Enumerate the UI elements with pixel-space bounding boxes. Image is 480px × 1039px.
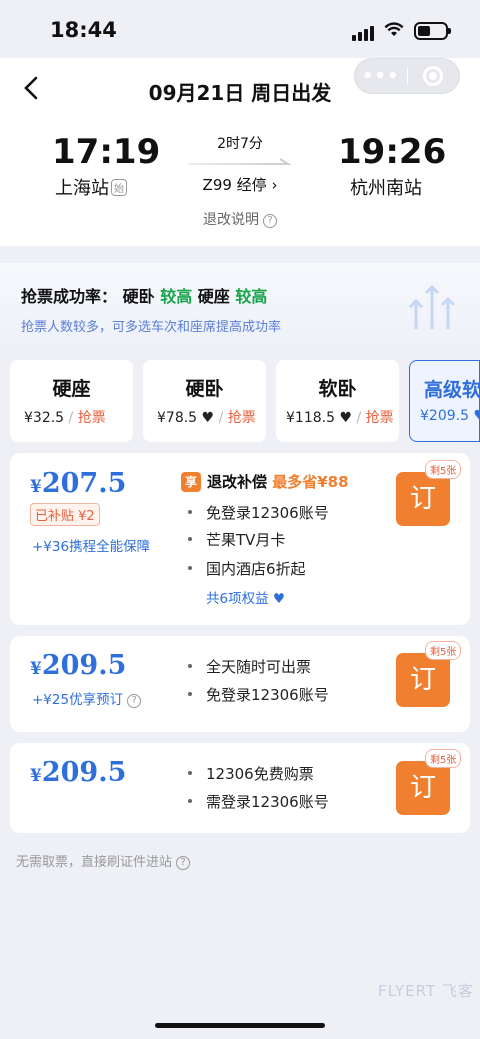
help-icon[interactable]: ?	[176, 856, 191, 870]
offer-price: ¥209.5	[30, 650, 127, 681]
addon-link[interactable]: +¥36携程全能保障	[32, 535, 150, 555]
footer-note: 无需取票，直接刷证件进站?	[16, 851, 191, 870]
offer-price: ¥207.5	[30, 468, 127, 499]
offer-card[interactable]: ¥209.5 12306免费购票 需登录12306账号 订 剩5张	[10, 743, 470, 833]
book-button[interactable]: 订	[396, 472, 450, 526]
help-icon: ?	[127, 694, 142, 708]
trip-header: 09月21日 周日出发 ••• 17:19 上海站始 2时7分 Z99 经停 ›…	[0, 58, 480, 246]
seat-tab-hard-sleeper[interactable]: 硬卧 ¥78.5 ♥ / 抢票	[143, 360, 266, 442]
arrive-time: 19:26	[338, 132, 447, 172]
refund-info-link[interactable]: 退改说明?	[0, 209, 480, 229]
book-button[interactable]: 订	[396, 653, 450, 707]
feature-item: 国内酒店6折起	[188, 558, 306, 579]
wifi-icon	[384, 22, 404, 36]
success-rate-hint: 抢票人数较多，可多选车次和座席提高成功率	[21, 320, 282, 335]
success-rate-panel: 抢票成功率： 硬卧 较高 硬座 较高 抢票人数较多，可多选车次和座席提高成功率	[0, 263, 480, 349]
more-menu-button[interactable]: •••	[355, 66, 407, 87]
status-bar: 18:44	[0, 0, 480, 58]
heart-icon: ♥	[473, 408, 479, 424]
origin-tag: 始	[111, 179, 127, 196]
feature-item: 免登录12306账号	[188, 502, 329, 523]
benefit-title: 享退改补偿 最多省¥88	[181, 471, 349, 492]
enjoy-badge: 享	[181, 472, 201, 492]
up-arrows-icon	[408, 284, 456, 329]
target-icon	[423, 66, 444, 86]
duration: 2时7分	[217, 136, 263, 152]
depart-time: 17:19	[52, 132, 161, 172]
offer-card[interactable]: ¥207.5 已补贴 ¥2 +¥36携程全能保障 享退改补偿 最多省¥88 免登…	[10, 453, 470, 625]
feature-item: 需登录12306账号	[188, 791, 329, 812]
book-button[interactable]: 订	[396, 761, 450, 815]
watermark: FLYERT 飞客	[378, 982, 474, 1000]
heart-icon: ♥	[201, 410, 215, 426]
feature-item: 12306免费购票	[188, 763, 314, 784]
seat-tab-hard-seat[interactable]: 硬座 ¥32.5 / 抢票	[10, 360, 133, 442]
home-indicator[interactable]	[155, 1023, 325, 1028]
seat-tabs: 硬座 ¥32.5 / 抢票 硬卧 ¥78.5 ♥ / 抢票 软卧 ¥118.5 …	[10, 360, 480, 442]
remaining-badge: 剩5张	[425, 749, 462, 768]
battery-icon	[414, 22, 451, 40]
addon-link[interactable]: +¥25优享预订?	[32, 688, 142, 708]
feature-item: 全天随时可出票	[188, 656, 311, 677]
close-capsule-button[interactable]	[407, 66, 459, 86]
more-benefits-link[interactable]: 共6项权益 ♥	[206, 587, 285, 607]
success-rate-line: 抢票成功率： 硬卧 较高 硬座 较高	[21, 287, 268, 306]
seat-tab-deluxe-soft-sleeper[interactable]: 高级软卧 ¥209.5 ♥	[409, 360, 480, 442]
arrow-right-icon	[188, 158, 292, 165]
heart-icon: ♥	[272, 591, 285, 607]
subsidy-badge: 已补贴 ¥2	[30, 503, 100, 526]
help-icon: ?	[263, 214, 277, 228]
offer-price: ¥209.5	[30, 757, 127, 788]
arrive-station: 杭州南站	[350, 178, 422, 199]
seat-tab-soft-sleeper[interactable]: 软卧 ¥118.5 ♥ / 抢票	[276, 360, 399, 442]
train-stops-link[interactable]: Z99 经停 ›	[190, 174, 290, 195]
mini-program-capsule: •••	[354, 58, 460, 94]
remaining-badge: 剩5张	[425, 460, 462, 479]
feature-item: 芒果TV月卡	[188, 529, 285, 550]
offer-card[interactable]: ¥209.5 +¥25优享预订? 全天随时可出票 免登录12306账号 订 剩5…	[10, 636, 470, 732]
remaining-badge: 剩5张	[425, 641, 462, 660]
depart-station: 上海站始	[55, 174, 127, 200]
heart-icon: ♥	[339, 410, 353, 426]
feature-item: 免登录12306账号	[188, 684, 329, 705]
status-time: 18:44	[50, 18, 117, 42]
signal-icon	[352, 26, 374, 41]
